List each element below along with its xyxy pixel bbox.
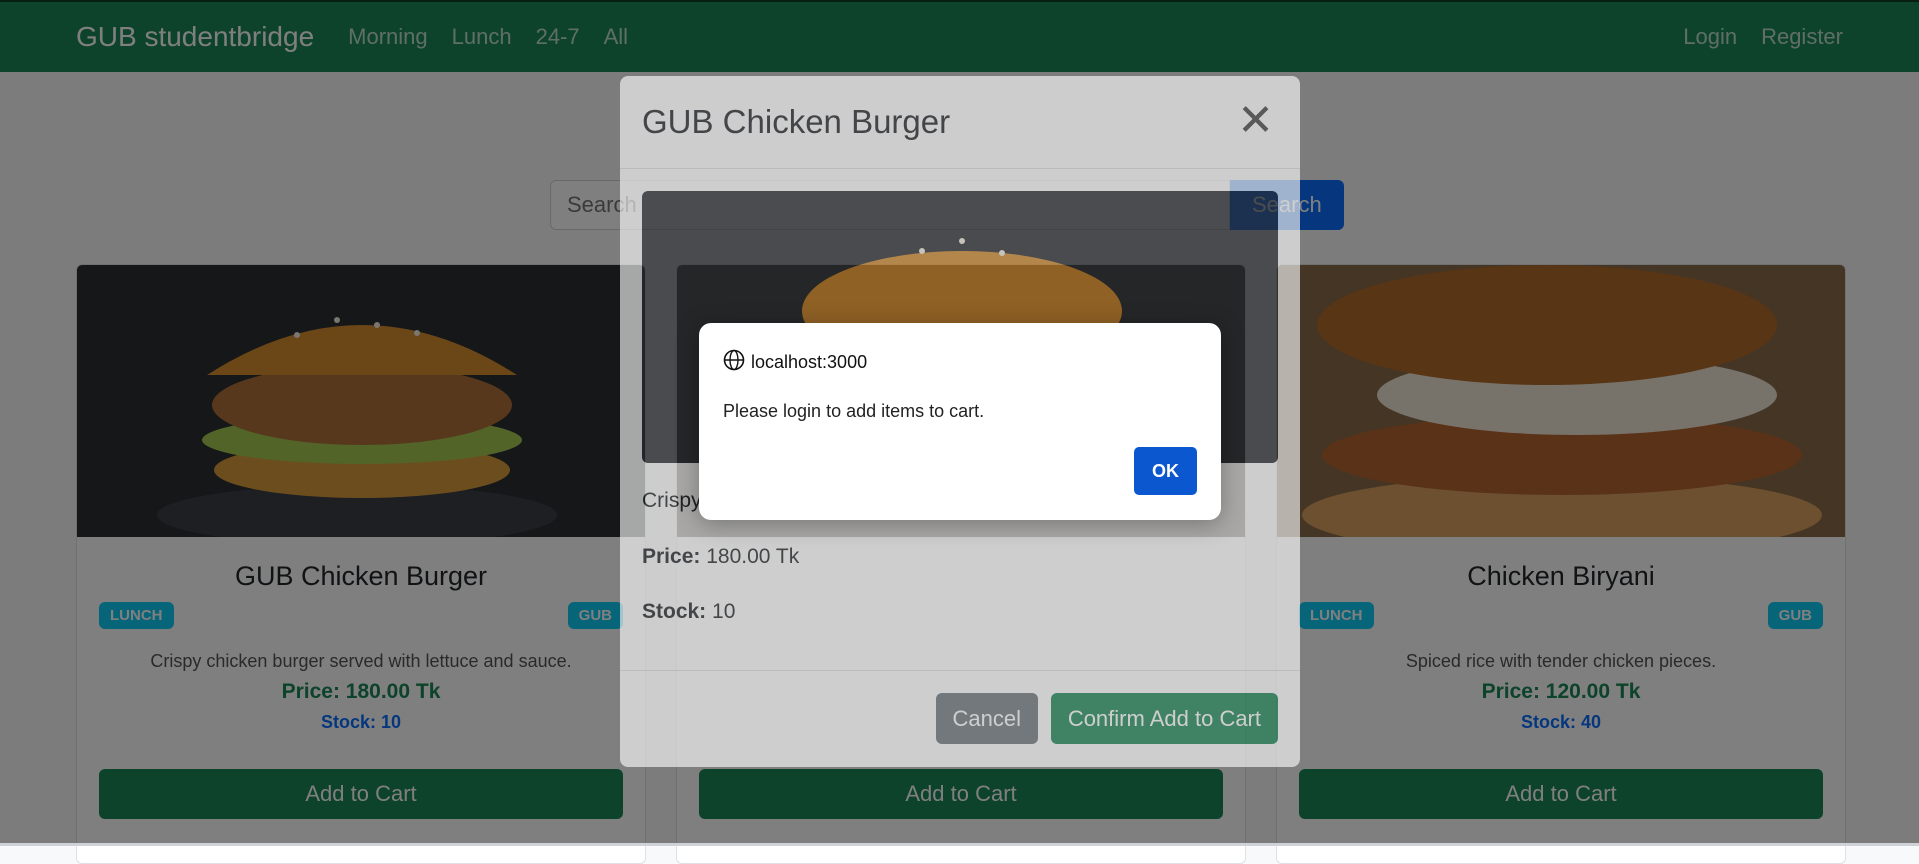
stock-value: 10: [706, 600, 736, 623]
alert-ok-button[interactable]: OK: [1134, 447, 1197, 495]
modal-price: Price: 180.00 Tk: [642, 545, 799, 569]
confirm-add-to-cart-button[interactable]: Confirm Add to Cart: [1050, 693, 1278, 744]
browser-alert-dialog: localhost:3000 Please login to add items…: [699, 323, 1221, 520]
alert-origin: localhost:3000: [723, 349, 867, 376]
price-label: Price:: [642, 545, 701, 568]
close-icon[interactable]: ✕: [1231, 98, 1280, 144]
cancel-button[interactable]: Cancel: [935, 693, 1038, 744]
modal-footer: Cancel Confirm Add to Cart: [620, 670, 1300, 767]
modal-header: GUB Chicken Burger ✕: [620, 76, 1300, 169]
modal-description: Crispy: [642, 489, 702, 512]
stock-label: Stock:: [642, 600, 707, 623]
modal-stock: Stock: 10: [642, 600, 735, 624]
modal-title: GUB Chicken Burger: [642, 103, 951, 140]
price-value: 180.00 Tk: [700, 545, 800, 568]
alert-origin-text: localhost:3000: [751, 352, 868, 372]
alert-message: Please login to add items to cart.: [723, 401, 985, 421]
globe-icon: [723, 349, 745, 376]
